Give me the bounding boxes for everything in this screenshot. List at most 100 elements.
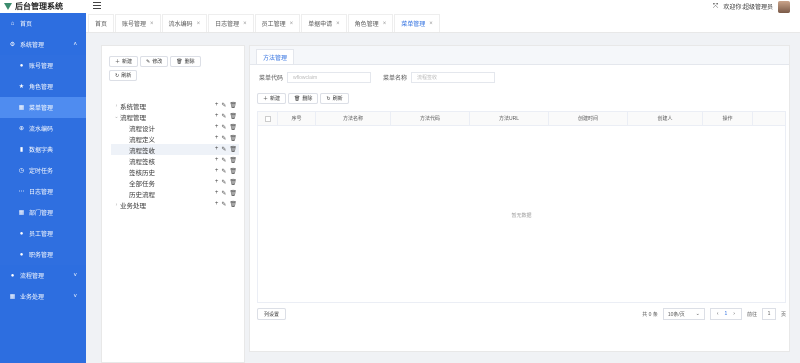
close-icon[interactable]: × [243, 21, 247, 27]
avatar[interactable] [778, 0, 790, 13]
plus-circle-icon: ⊕ [18, 126, 25, 132]
tab[interactable]: 菜单管理 × [394, 14, 440, 32]
method-new-button[interactable]: ＋新建 [257, 93, 287, 104]
trash-icon[interactable]: 🗑 [229, 190, 237, 197]
close-icon[interactable]: × [197, 21, 201, 27]
menu-tree: › 系统管理 + ✎ 🗑 ⌄ 流程管理 + ✎ 🗑 流程设计 + ✎ 🗑 流程定义 + ✎ 🗑 流程签收 + ✎ 🗑 流程签… [111, 100, 239, 210]
close-icon[interactable]: × [150, 21, 154, 27]
menu-code-label: 菜单代码 [259, 76, 284, 82]
tree-node[interactable]: › 系统管理 + ✎ 🗑 [111, 100, 239, 111]
add-icon[interactable]: + [215, 113, 219, 120]
tree-edit-button[interactable]: ✎ 修改 [140, 56, 169, 67]
add-icon[interactable]: + [215, 179, 219, 186]
sidebar-item[interactable]: ● 账号管理 [0, 55, 86, 76]
tab[interactable]: 单据申请 × [301, 14, 347, 32]
add-icon[interactable]: + [215, 146, 219, 153]
sidebar-item[interactable]: ▦ 部门管理 [0, 202, 86, 223]
add-icon[interactable]: + [215, 135, 219, 142]
trash-icon[interactable]: 🗑 [229, 168, 237, 175]
prev-page-icon[interactable]: ‹ [717, 311, 719, 317]
tab[interactable]: 角色管理 × [347, 14, 394, 32]
edit-icon[interactable]: ✎ [221, 102, 226, 109]
tab[interactable]: 日志管理 × [208, 14, 254, 32]
tree-refresh-button[interactable]: ↻ 刷新 [109, 70, 138, 81]
close-icon[interactable]: × [290, 21, 294, 27]
tab[interactable]: 员工管理 × [254, 14, 301, 32]
column-setting-button[interactable]: 列设置 [257, 308, 287, 320]
sidebar-item[interactable]: ⋯ 日志管理 [0, 181, 86, 202]
sidebar-item[interactable]: ⚙ 系统管理 ˄ [0, 34, 86, 55]
trash-icon[interactable]: 🗑 [229, 201, 237, 208]
tree-node[interactable]: ⌄ 流程管理 + ✎ 🗑 [111, 111, 239, 122]
sidebar-item[interactable]: ▦ 业务处理 ˅ [0, 286, 86, 307]
close-icon[interactable]: × [429, 21, 433, 27]
select-all-checkbox[interactable] [264, 115, 271, 122]
expand-arrow-icon[interactable]: ⌄ [113, 114, 120, 120]
sidebar-item[interactable]: ▮ 数据字典 [0, 139, 86, 160]
sidebar-item[interactable]: ⌂ 首页 [0, 13, 86, 34]
add-icon[interactable]: + [215, 168, 219, 175]
edit-icon[interactable]: ✎ [221, 113, 226, 120]
edit-icon[interactable]: ✎ [221, 190, 226, 197]
edit-icon[interactable]: ✎ [221, 124, 226, 131]
edit-icon[interactable]: ✎ [221, 201, 226, 208]
trash-icon[interactable]: 🗑 [229, 135, 237, 142]
trash-icon[interactable]: 🗑 [229, 157, 237, 164]
add-icon[interactable]: + [215, 124, 219, 131]
expand-arrow-icon[interactable]: › [113, 202, 120, 208]
tree-node[interactable]: 全部任务 + ✎ 🗑 [111, 177, 239, 188]
add-icon[interactable]: + [215, 102, 219, 109]
close-icon[interactable]: × [383, 21, 387, 27]
sidebar-item-label: 首页 [20, 22, 33, 28]
sidebar-item-label: 部门管理 [29, 211, 54, 217]
add-icon[interactable]: + [215, 190, 219, 197]
tree-new-button[interactable]: ＋新建 [109, 56, 139, 67]
tree-node[interactable]: 签核历史 + ✎ 🗑 [111, 166, 239, 177]
tree-node[interactable]: 流程设计 + ✎ 🗑 [111, 122, 239, 133]
page-size-select[interactable]: 10条/页 ⌄ [662, 308, 705, 320]
tree-node[interactable]: 流程签核 + ✎ 🗑 [111, 155, 239, 166]
tab[interactable]: 流水编码 × [161, 14, 208, 32]
add-icon[interactable]: + [215, 157, 219, 164]
menu-code-input[interactable]: wflowclaim [287, 72, 372, 83]
expand-arrow-icon[interactable]: › [113, 103, 120, 109]
tab-label: 流水编码 [168, 22, 193, 28]
sidebar-item[interactable]: ◷ 定时任务 [0, 160, 86, 181]
edit-icon[interactable]: ✎ [221, 157, 226, 164]
add-icon[interactable]: + [215, 201, 219, 208]
edit-icon[interactable]: ✎ [221, 168, 226, 175]
tree-node[interactable]: › 业务处理 + ✎ 🗑 [111, 199, 239, 210]
sidebar-item[interactable]: ⊕ 流水编码 [0, 118, 86, 139]
trash-icon[interactable]: 🗑 [229, 102, 237, 109]
menu-fold-icon[interactable] [93, 2, 101, 10]
method-refresh-button[interactable]: ↻ 刷新 [320, 93, 349, 104]
sidebar-item[interactable]: ● 员工管理 [0, 223, 86, 244]
tree-node[interactable]: 流程签收 + ✎ 🗑 [111, 144, 239, 155]
next-page-icon[interactable]: › [733, 311, 735, 317]
current-page[interactable]: 1 [725, 311, 728, 317]
sidebar-item[interactable]: ● 流程管理 ˅ [0, 265, 86, 286]
method-delete-button[interactable]: 🗑 删除 [288, 93, 319, 104]
trash-icon[interactable]: 🗑 [229, 146, 237, 153]
sidebar-item[interactable]: ▦ 菜单管理 [0, 97, 86, 118]
close-icon[interactable]: × [336, 21, 340, 27]
edit-icon[interactable]: ✎ [221, 179, 226, 186]
menu-name-input[interactable]: 流程签收 [411, 72, 496, 83]
edit-icon[interactable]: ✎ [221, 146, 226, 153]
tab[interactable]: 首页 [88, 14, 115, 32]
column-header: 方法代码 [391, 112, 470, 125]
edit-icon[interactable]: ✎ [221, 135, 226, 142]
tab[interactable]: 账号管理 × [115, 14, 161, 32]
trash-icon[interactable]: 🗑 [229, 124, 237, 131]
tree-delete-button[interactable]: 🗑 删除 [170, 56, 201, 67]
sidebar-item[interactable]: ★ 角色管理 [0, 76, 86, 97]
goto-page-input[interactable]: 1 [761, 308, 776, 320]
tree-node[interactable]: 流程定义 + ✎ 🗑 [111, 133, 239, 144]
method-table: 序号 方法名称 方法代码 方法URL 创建时间 创建人 操作 暂无数据 [257, 111, 786, 303]
trash-icon[interactable]: 🗑 [229, 179, 237, 186]
sidebar-item[interactable]: ● 职务管理 [0, 244, 86, 265]
fullscreen-icon[interactable]: ⤧ [713, 3, 719, 11]
tab-method-management[interactable]: 方法管理 [256, 49, 295, 64]
trash-icon[interactable]: 🗑 [229, 113, 237, 120]
tree-node[interactable]: 历史流程 + ✎ 🗑 [111, 188, 239, 199]
